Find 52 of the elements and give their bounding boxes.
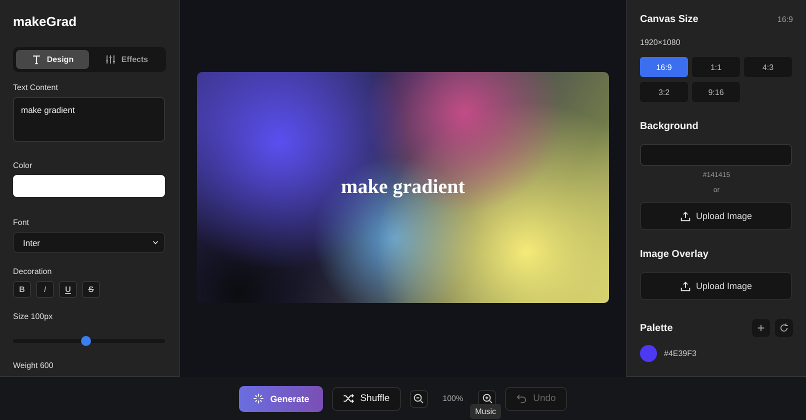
resolution-label: 1920×1080 <box>640 38 682 47</box>
zoom-in-icon <box>482 393 493 404</box>
aspect-ratio-button[interactable]: 1:1 <box>692 57 740 77</box>
text-input-field[interactable]: make gradient <box>13 97 165 142</box>
shuffle-icon <box>343 393 354 404</box>
aspect-ratio-label: 16:9 <box>777 15 793 24</box>
generate-button[interactable]: Generate <box>239 386 324 412</box>
tab[interactable]: Design <box>16 50 88 69</box>
shuffle-button[interactable]: Shuffle <box>332 386 401 410</box>
aspect-ratio-button[interactable]: 4:3 <box>744 57 792 77</box>
text-icon <box>30 54 42 65</box>
zoom-out-button[interactable] <box>410 390 428 408</box>
field-label: Decoration <box>13 267 53 276</box>
decoration-button[interactable]: B <box>13 281 31 298</box>
font-dropdown[interactable]: Inter <box>13 232 165 253</box>
aspect-ratio-button[interactable]: 3:2 <box>640 82 688 102</box>
aspect-ratio-button[interactable]: 9:16 <box>692 82 740 102</box>
decoration-button[interactable]: U <box>59 281 77 298</box>
tab[interactable]: Effects <box>90 50 163 69</box>
section-title: Background <box>640 121 700 132</box>
field-label: Weight 600 <box>13 361 54 370</box>
color-field[interactable] <box>13 175 165 197</box>
decoration-button[interactable]: S <box>82 281 100 298</box>
aspect-ratio-button[interactable]: 16:9 <box>640 57 688 77</box>
plus-icon <box>756 323 766 333</box>
sliders-icon <box>105 54 116 65</box>
section-title: Image Overlay <box>640 249 710 260</box>
field-label: Text Content <box>13 83 59 92</box>
zoom-out-icon <box>413 393 424 404</box>
field-label: Color <box>13 161 34 170</box>
undo-icon <box>516 393 528 404</box>
upload-icon <box>680 210 691 222</box>
background-color-field[interactable] <box>640 144 792 166</box>
upload-icon <box>680 280 691 292</box>
section-title: Palette <box>640 322 673 334</box>
tooltip: Music <box>470 404 501 418</box>
app-title: makeGrad <box>13 14 78 29</box>
reset-button[interactable] <box>775 319 793 337</box>
color-hex-label: #4E39F3 <box>664 349 696 358</box>
upload-image-button[interactable]: Upload Image <box>640 272 792 300</box>
decoration-button[interactable]: I <box>36 281 54 298</box>
field-label: Size 100px <box>13 312 54 321</box>
section-title: Canvas Size <box>640 14 698 25</box>
reset-icon <box>779 323 789 333</box>
add-button[interactable] <box>752 319 770 337</box>
field-label: Font <box>13 218 30 227</box>
upload-image-button[interactable]: Upload Image <box>640 202 792 230</box>
color-dot[interactable] <box>640 345 657 362</box>
zoom-level: 100% <box>442 394 464 403</box>
preview-text: make gradient <box>341 176 465 199</box>
slider-thumb[interactable] <box>80 336 91 346</box>
sparkle-icon <box>253 393 264 404</box>
